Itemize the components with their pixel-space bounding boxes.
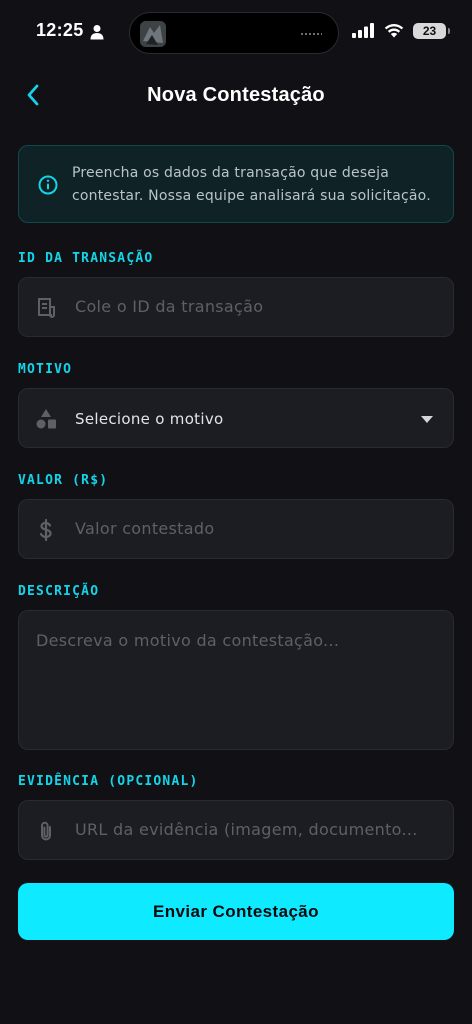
- info-text: Preencha os dados da transação que desej…: [72, 165, 431, 204]
- reason-select[interactable]: Selecione o motivo: [18, 388, 454, 448]
- amount-label: VALOR (R$): [18, 473, 109, 488]
- receipt-icon: [38, 298, 55, 318]
- wifi-icon: [384, 24, 404, 38]
- evidence-url-input[interactable]: URL da evidência (imagem, documento...: [18, 800, 454, 860]
- description-textarea[interactable]: Descreva o motivo da contestação...: [18, 610, 454, 750]
- reason-label: MOTIVO: [18, 362, 73, 377]
- transaction-id-input[interactable]: Cole o ID da transação: [18, 277, 454, 337]
- chevron-down-icon: [421, 416, 433, 423]
- audio-waveform-icon: [300, 32, 322, 36]
- evidence-placeholder: URL da evidência (imagem, documento...: [75, 820, 418, 839]
- status-time: 12:25: [36, 20, 84, 40]
- info-banner: Preencha os dados da transação que desej…: [18, 145, 454, 223]
- person-icon: [90, 25, 104, 40]
- dollar-icon: [39, 518, 52, 542]
- amount-input[interactable]: Valor contestado: [18, 499, 454, 559]
- description-label: DESCRIÇÃO: [18, 584, 100, 599]
- dynamic-island: [129, 12, 339, 54]
- signal-icon: [352, 23, 374, 38]
- description-placeholder: Descreva o motivo da contestação...: [36, 631, 340, 650]
- reason-selected-value: Selecione o motivo: [75, 410, 224, 428]
- shapes-icon: [36, 409, 56, 429]
- paperclip-icon: [41, 821, 51, 841]
- transaction-id-label: ID DA TRANSAÇÃO: [18, 251, 154, 266]
- page-title: Nova Contestação: [147, 84, 325, 106]
- transaction-id-placeholder: Cole o ID da transação: [75, 297, 264, 316]
- info-icon: [38, 175, 58, 195]
- now-playing-thumbnail: [140, 21, 166, 47]
- status-bar: 12:25 23: [0, 0, 472, 64]
- evidence-label: EVIDÊNCIA (OPCIONAL): [18, 774, 199, 789]
- submit-button[interactable]: Enviar Contestação: [18, 883, 454, 940]
- amount-placeholder: Valor contestado: [75, 519, 215, 538]
- battery-indicator: 23: [413, 23, 450, 39]
